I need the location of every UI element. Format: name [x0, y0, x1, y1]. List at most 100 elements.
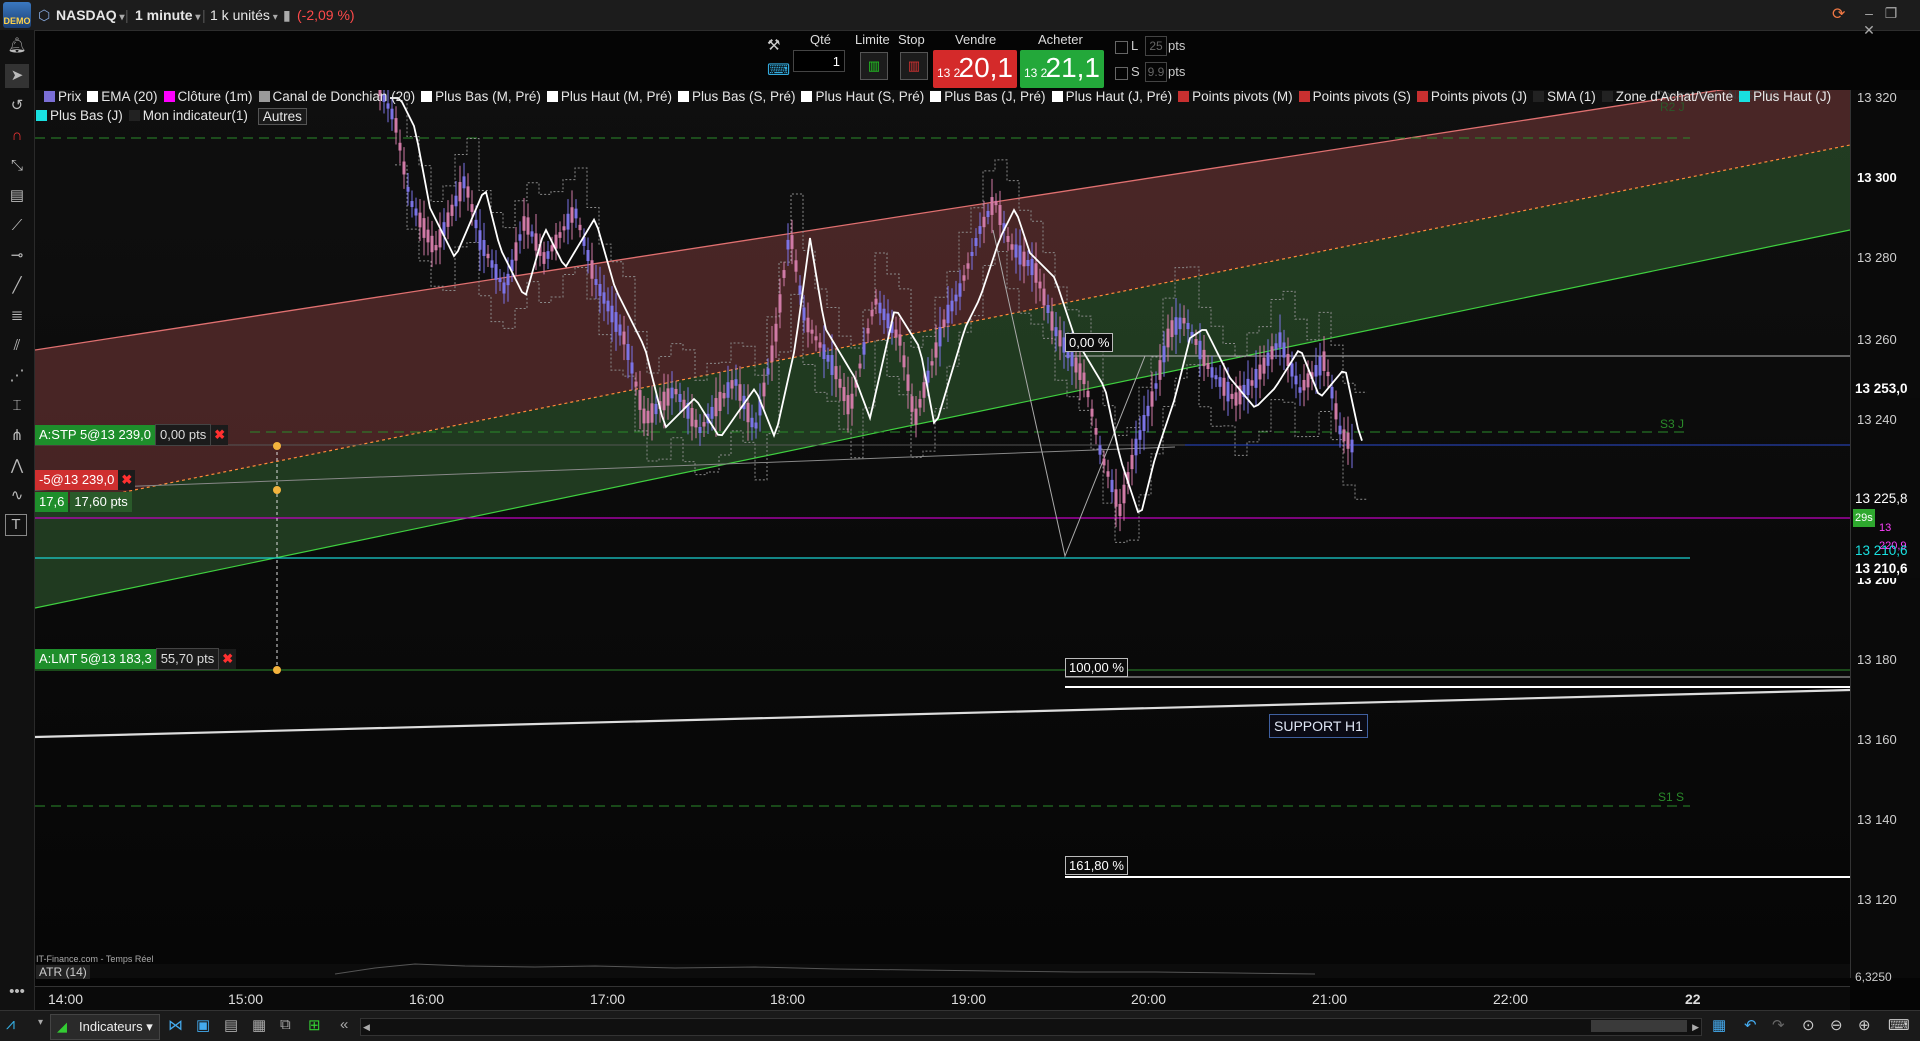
calendar-icon[interactable]: ▦ [1712, 1016, 1726, 1034]
legend-item[interactable]: Plus Bas (S, Pré) [677, 89, 795, 104]
stop-order-tag[interactable]: A:STP 5@13 239,0 0,00 pts ✖ [35, 424, 229, 446]
l-checkbox[interactable] [1115, 41, 1128, 54]
trend-line-icon[interactable]: ╱ [5, 274, 29, 298]
zoom-in-icon[interactable]: ⊕ [1858, 1016, 1871, 1034]
text-tool-icon[interactable]: T [5, 514, 27, 536]
list-icon[interactable]: ▤ [224, 1016, 238, 1034]
screenshot-icon[interactable]: ▣ [196, 1016, 210, 1034]
grid-icon[interactable]: ▦ [252, 1016, 266, 1034]
legend-item[interactable]: Plus Haut (S, Pré) [801, 89, 924, 104]
fan-icon[interactable]: ⫽ [5, 334, 29, 358]
instrument-selector[interactable]: NASDAQ [56, 5, 124, 25]
fibo-0-label[interactable]: 0,00 % [1065, 333, 1114, 352]
legend-item[interactable]: Plus Bas (J, Pré) [930, 89, 1046, 104]
legend-item[interactable]: Plus Bas (M, Pré) [421, 89, 541, 104]
wrench-icon[interactable]: ⚒ [767, 36, 787, 56]
scroll-left-icon[interactable]: ◀ [363, 1021, 370, 1033]
pitchfork-icon[interactable]: ⋔ [5, 424, 29, 448]
fibonacci-icon[interactable]: ≣ [5, 304, 29, 328]
close-position-icon[interactable]: ✖ [118, 470, 136, 490]
chevron-down-icon[interactable]: ▾ [38, 1017, 43, 1028]
units-selector[interactable]: 1 k unités [210, 5, 278, 25]
time-scrollbar[interactable]: ◀ ▶ [360, 1018, 1702, 1036]
legend-item[interactable]: Points pivots (M) [1178, 89, 1293, 104]
price-axis[interactable]: 13 320 13 300 13 280 13 260 13 240 13 200 13 1… [1850, 90, 1920, 984]
cursor-icon[interactable]: ➤ [5, 64, 29, 88]
cancel-stop-icon[interactable]: ✖ [211, 425, 229, 445]
price-chart[interactable]: R2 J Contrat réel - NASDAQ S3 J S1 S 0,0… [34, 69, 1851, 979]
legend-item[interactable]: EMA (20) [87, 89, 158, 104]
candle-body [522, 216, 526, 231]
legend-item[interactable]: Points pivots (S) [1298, 89, 1411, 104]
stop-order-button[interactable]: ▥ [900, 52, 928, 80]
legend-item[interactable]: Clôture (1m) [163, 89, 253, 104]
s-checkbox[interactable] [1115, 67, 1128, 80]
bell-icon[interactable]: 🔔︎ [5, 34, 29, 58]
legend-swatch [1298, 91, 1310, 102]
timeframe-selector[interactable]: 1 minute [135, 5, 200, 25]
rectangle-icon[interactable]: ⌶ [5, 394, 29, 418]
s-input[interactable]: 9.9 [1145, 62, 1167, 82]
limit-order-button[interactable]: ▥ [860, 52, 888, 80]
scrollbar-thumb[interactable] [1591, 1020, 1687, 1032]
support-h1-label[interactable]: SUPPORT H1 [1269, 714, 1368, 738]
fibo-100-label[interactable]: 100,00 % [1065, 658, 1128, 677]
segment-icon[interactable]: ⟋ [5, 214, 29, 238]
sell-button[interactable]: 13 2 20,1 [933, 50, 1017, 88]
ruler-icon[interactable]: ▤ [5, 184, 29, 208]
time-axis[interactable]: 14:00 15:00 16:00 17:00 18:00 19:00 20:0… [35, 986, 1850, 1011]
measure-icon[interactable]: ⤡ [5, 154, 29, 178]
maximize-button[interactable]: ❐ [1880, 5, 1902, 22]
legend-item[interactable]: Prix [44, 89, 81, 104]
undo-icon[interactable]: ↶ [1744, 1016, 1757, 1034]
legend-item[interactable]: Plus Bas (J) [36, 108, 123, 123]
legend-item[interactable]: Canal de Donchian (20) [258, 89, 415, 104]
legend-item[interactable]: Points pivots (J) [1416, 89, 1527, 104]
zoom-fit-icon[interactable]: ⊙ [1802, 1016, 1815, 1034]
horizontal-line-icon[interactable]: ⊸ [5, 244, 29, 268]
l-input[interactable]: 25 [1145, 36, 1167, 56]
magnet-icon[interactable]: ∩ [5, 124, 29, 148]
legend-item[interactable]: Plus Haut (M, Pré) [546, 89, 672, 104]
candle-body [1162, 345, 1166, 363]
instrument-lock-icon[interactable]: ⬡ [38, 5, 50, 25]
legend-item[interactable]: Plus Haut (J) [1739, 89, 1831, 104]
wave-icon[interactable]: ∿ [5, 484, 29, 508]
redo-icon[interactable]: ↷ [1772, 1016, 1785, 1034]
window-icon[interactable]: ⧉ [280, 1016, 291, 1033]
others-button[interactable]: Autres [257, 108, 307, 125]
minimize-button[interactable]: – [1858, 5, 1880, 21]
legend-item[interactable]: Mon indicateur(1) [128, 108, 248, 123]
indicators-button[interactable]: ◢ Indicateurs ▾ [50, 1014, 160, 1040]
fibo-161-label[interactable]: 161,80 % [1065, 856, 1128, 875]
candle-body [514, 242, 518, 261]
sync-icon[interactable]: ⟳ [1832, 5, 1845, 25]
close-button[interactable]: ✕ [1858, 22, 1880, 39]
legend-label: Plus Haut (S, Pré) [815, 89, 925, 104]
price-box-current: 13 210,6 [1851, 560, 1920, 578]
chart-canvas[interactable] [34, 69, 1851, 978]
undo-draw-icon[interactable]: ↺ [5, 94, 29, 118]
more-tools-icon[interactable]: ••• [5, 980, 29, 1004]
keyboard-shortcuts-icon[interactable]: ⌨ [1888, 1016, 1910, 1034]
legend-item[interactable]: SMA (1) [1532, 89, 1596, 104]
scroll-right-icon[interactable]: ▶ [1692, 1021, 1699, 1033]
legend-item[interactable]: Plus Haut (J, Pré) [1051, 89, 1172, 104]
chart-style-icon[interactable]: ⩘ [6, 1016, 15, 1034]
cancel-limit-icon[interactable]: ✖ [219, 649, 237, 669]
collapse-icon[interactable]: « [340, 1016, 348, 1033]
position-tag[interactable]: -5@13 239,0 ✖ [35, 470, 136, 490]
zoom-out-icon[interactable]: ⊖ [1830, 1016, 1843, 1034]
drawing-toolbar: 🔔︎ ➤ ↺ ∩ ⤡ ▤ ⟋ ⊸ ╱ ≣ ⫽ ⋰ ⌶ ⋔ ⋀ ∿ T ••• [0, 30, 35, 1010]
limit-order-tag[interactable]: A:LMT 5@13 183,3 55,70 pts ✖ [35, 648, 237, 670]
keyboard-icon[interactable]: ⌨ [767, 60, 790, 80]
info-icon[interactable]: ▮ [283, 5, 291, 25]
chart-add-icon[interactable]: ⊞ [308, 1016, 321, 1034]
qty-input[interactable]: 1 [793, 50, 845, 72]
buy-button[interactable]: 13 2 21,1 [1020, 50, 1104, 88]
share-icon[interactable]: ⋈ [168, 1016, 183, 1034]
channel-icon[interactable]: ⋰ [5, 364, 29, 388]
legend-item[interactable]: Zone d'Achat/Vente [1601, 89, 1733, 104]
abc-pattern-icon[interactable]: ⋀ [5, 454, 29, 478]
candle-body [410, 201, 414, 207]
